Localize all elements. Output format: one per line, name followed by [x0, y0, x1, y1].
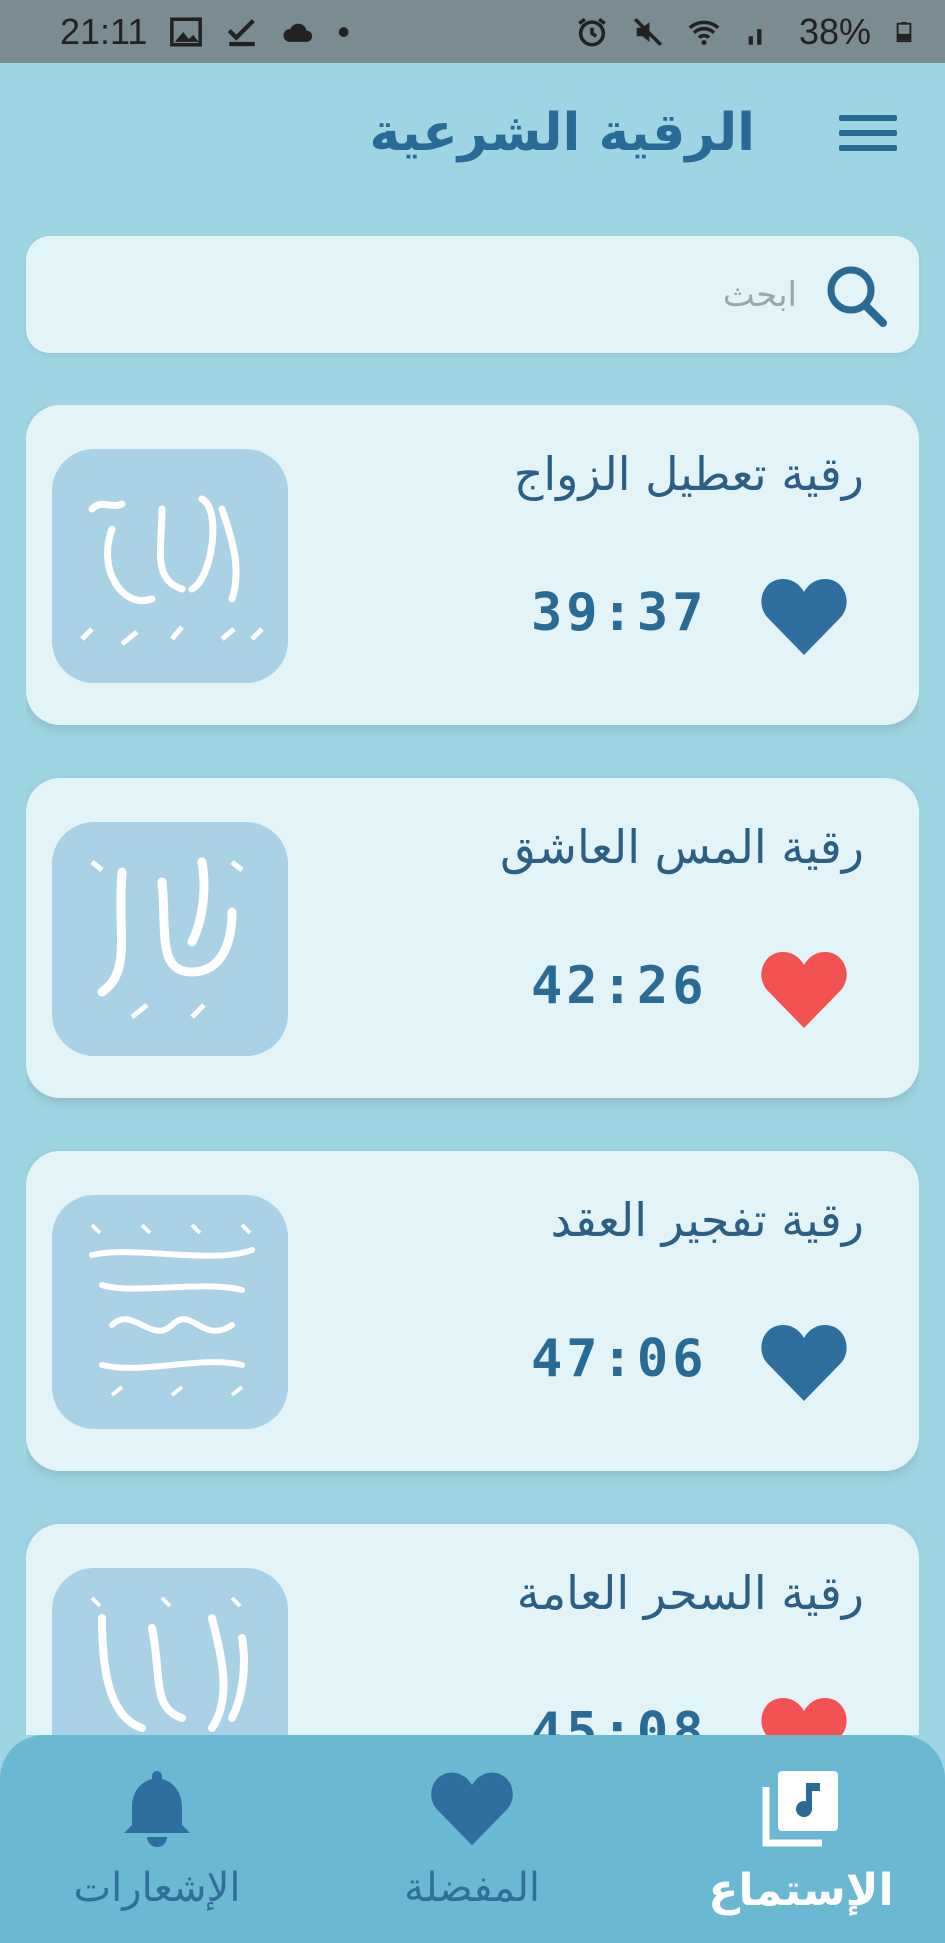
item-duration: 42:26: [531, 956, 708, 1016]
tab-label: المفضلة: [403, 1865, 541, 1911]
tab-listen[interactable]: الإستماع: [686, 1765, 916, 1925]
calligraphy-image: [90, 1596, 248, 1732]
status-time: 21:11: [60, 10, 148, 52]
list-item[interactable]: رقية تعطيل الزواج 39:37: [26, 405, 919, 725]
wifi-icon: [688, 20, 720, 45]
thumbnail: [52, 449, 288, 683]
search-input[interactable]: [195, 261, 799, 329]
thumbnail: [52, 1195, 288, 1429]
thumbnail: [52, 822, 288, 1056]
battery-icon: [896, 21, 912, 42]
search-box[interactable]: [26, 236, 919, 353]
favorite-heart-icon[interactable]: [759, 948, 849, 1030]
check-icon: [228, 18, 256, 46]
calligraphy-image: [80, 495, 264, 646]
hamburger-menu-icon[interactable]: [839, 115, 897, 161]
favorite-heart-icon[interactable]: [759, 575, 849, 657]
battery-percent: 38%: [798, 10, 871, 52]
status-bar-left: 21:11 •: [60, 11, 350, 53]
item-title: رقية المس العاشق: [500, 820, 864, 874]
favorite-heart-icon[interactable]: [759, 1694, 849, 1735]
list-item[interactable]: رقية تفجير العقد 47:06: [26, 1151, 919, 1471]
tab-favorites[interactable]: المفضلة: [357, 1765, 587, 1925]
heart-icon: [431, 1772, 513, 1846]
cloud-icon: [283, 23, 313, 42]
tab-label: الإستماع: [708, 1865, 894, 1916]
item-title: رقية تعطيل الزواج: [513, 447, 864, 501]
item-title: رقية السحر العامة: [516, 1566, 864, 1620]
ruqyah-list: رقية تعطيل الزواج 39:37 رقية المس العاشق…: [26, 405, 919, 1735]
status-dot: •: [337, 10, 351, 52]
status-bar-right: 38%: [575, 11, 915, 53]
tab-notifications[interactable]: الإشعارات: [42, 1765, 272, 1925]
bottom-navigation: الإستماع المفضلة الإشعارات: [0, 1735, 945, 1943]
mute-icon: [633, 17, 662, 46]
item-duration: 47:06: [531, 1329, 708, 1389]
calligraphy-image: [89, 1223, 255, 1397]
item-duration: 45:08: [531, 1702, 708, 1735]
page-title: الرقية الشرعية: [369, 103, 755, 163]
tab-label: الإشعارات: [73, 1865, 241, 1911]
music-library-icon: [762, 1771, 838, 1847]
list-item[interactable]: رقية المس العاشق 42:26: [26, 778, 919, 1098]
status-bar: 21:11 • 38%: [0, 0, 945, 63]
calligraphy-image: [90, 857, 244, 1019]
favorite-heart-icon[interactable]: [759, 1321, 849, 1403]
thumbnail: [52, 1568, 288, 1735]
list-item[interactable]: رقية السحر العامة 45:08: [26, 1524, 919, 1735]
alarm-icon: [578, 17, 606, 47]
signal-icon: [748, 20, 770, 45]
item-duration: 39:37: [531, 583, 708, 643]
search-icon[interactable]: [817, 258, 897, 338]
image-icon: [170, 16, 203, 47]
bell-icon: [124, 1771, 190, 1847]
app-header: الرقية الشرعية: [0, 63, 945, 213]
item-title: رقية تفجير العقد: [550, 1193, 864, 1247]
